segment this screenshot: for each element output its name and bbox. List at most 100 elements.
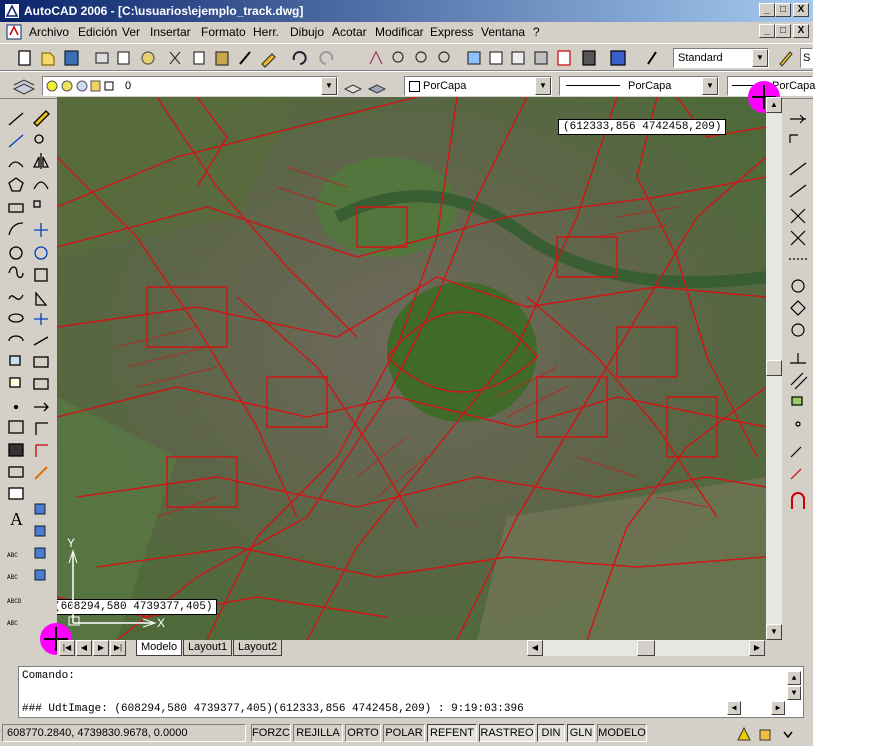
fillet-round-icon[interactable] bbox=[35, 444, 48, 457]
region-icon[interactable] bbox=[8, 466, 24, 478]
menu-ventana[interactable]: Ventana bbox=[481, 25, 525, 39]
linetype-select[interactable]: PorCapa ▼ bbox=[559, 76, 719, 96]
make-block-icon[interactable] bbox=[9, 377, 21, 388]
move-icon[interactable] bbox=[34, 223, 48, 237]
horizontal-scroll-thumb[interactable] bbox=[637, 640, 655, 656]
toggle-gln[interactable]: GLN bbox=[567, 724, 595, 742]
design-center-icon[interactable] bbox=[489, 51, 503, 65]
command-scroll-down-button[interactable]: ▼ bbox=[787, 686, 801, 700]
redo-icon[interactable] bbox=[319, 51, 334, 65]
text-style-icon[interactable] bbox=[647, 51, 657, 65]
drawing-canvas[interactable]: (612333,856 4742458,209) (608294,580 473… bbox=[57, 97, 766, 640]
menu-formato[interactable]: Formato bbox=[201, 25, 246, 39]
polyline-icon[interactable] bbox=[8, 161, 24, 168]
undo-icon[interactable] bbox=[292, 51, 307, 65]
sheet-set-icon[interactable] bbox=[534, 51, 548, 65]
first-tab-button[interactable]: |◀ bbox=[59, 640, 75, 656]
paste-icon[interactable] bbox=[215, 51, 229, 66]
print-icon[interactable] bbox=[95, 52, 109, 64]
command-scroll-up-button[interactable]: ▲ bbox=[787, 671, 801, 685]
rotate-icon[interactable] bbox=[34, 246, 48, 260]
ellipse-icon[interactable] bbox=[8, 313, 24, 323]
match-properties-icon[interactable] bbox=[239, 51, 251, 65]
send-under-icon[interactable] bbox=[34, 569, 46, 581]
status-menu-chevron-icon[interactable] bbox=[783, 731, 793, 739]
mdi-minimize-button[interactable]: _ bbox=[759, 24, 775, 38]
lock-icon[interactable] bbox=[759, 729, 771, 741]
publish-icon[interactable] bbox=[141, 51, 155, 65]
zoom-previous-icon[interactable] bbox=[438, 51, 450, 63]
mirror-icon[interactable] bbox=[32, 153, 50, 169]
scroll-up-button[interactable]: ▲ bbox=[766, 97, 782, 113]
zoom-realtime-icon[interactable] bbox=[392, 51, 404, 63]
osnap-settings-icon[interactable] bbox=[791, 492, 805, 509]
menu-acotar[interactable]: Acotar bbox=[332, 25, 367, 39]
scroll-left-button[interactable]: ◀ bbox=[527, 640, 543, 656]
toggle-modelo[interactable]: MODELO bbox=[597, 724, 647, 742]
next-tab-button[interactable]: ▶ bbox=[93, 640, 109, 656]
explode-icon[interactable] bbox=[34, 466, 48, 480]
snap-center-icon[interactable] bbox=[791, 279, 805, 293]
multiline-text-icon[interactable]: A bbox=[10, 509, 23, 529]
copy-object-icon[interactable] bbox=[34, 134, 44, 144]
snap-intersection-icon[interactable] bbox=[790, 208, 806, 224]
offset-icon[interactable] bbox=[33, 181, 49, 190]
markup-icon[interactable] bbox=[557, 50, 571, 66]
snap-node-icon[interactable] bbox=[795, 421, 801, 427]
line-icon[interactable] bbox=[8, 112, 24, 126]
command-scroll-right-button[interactable]: ▶ bbox=[771, 701, 785, 715]
color-select[interactable]: PorCapa ▼ bbox=[404, 76, 552, 96]
command-scroll-left-button[interactable]: ◀ bbox=[727, 701, 741, 715]
chevron-down-icon[interactable]: ▼ bbox=[752, 49, 768, 67]
extend-icon[interactable] bbox=[33, 336, 49, 346]
menu-edicion[interactable]: Edición bbox=[78, 25, 117, 39]
arc-icon[interactable] bbox=[8, 222, 24, 236]
layer-manager-icon[interactable] bbox=[12, 79, 36, 95]
hatch-icon[interactable] bbox=[8, 420, 24, 434]
tab-modelo[interactable]: Modelo bbox=[136, 640, 183, 656]
table-icon[interactable] bbox=[8, 487, 24, 500]
horizontal-scrollbar[interactable]: ◀ ▶ bbox=[527, 640, 765, 656]
cut-icon[interactable] bbox=[169, 51, 181, 65]
mdi-restore-button[interactable]: □ bbox=[775, 24, 791, 38]
save-icon[interactable] bbox=[64, 50, 79, 66]
make-current-layer-icon[interactable] bbox=[343, 84, 363, 94]
find-replace-icon[interactable]: ABC bbox=[7, 574, 18, 581]
scroll-down-button[interactable]: ▼ bbox=[766, 624, 782, 640]
spline-icon[interactable] bbox=[8, 294, 24, 300]
tab-layout2[interactable]: Layout2 bbox=[233, 640, 283, 656]
zoom-window-icon[interactable] bbox=[415, 51, 427, 63]
stretch-icon[interactable] bbox=[35, 291, 48, 306]
prev-tab-button[interactable]: ◀ bbox=[76, 640, 92, 656]
dim-style-icon[interactable] bbox=[779, 51, 793, 67]
join-icon[interactable] bbox=[33, 378, 49, 390]
menu-ver[interactable]: Ver bbox=[122, 25, 140, 39]
menu-insertar[interactable]: Insertar bbox=[150, 25, 191, 39]
vertical-scroll-thumb[interactable] bbox=[766, 360, 782, 376]
toggle-polar[interactable]: POLAR bbox=[383, 724, 425, 742]
menu-modificar[interactable]: Modificar bbox=[375, 25, 424, 39]
pan-icon[interactable] bbox=[369, 50, 383, 65]
scroll-right-button[interactable]: ▶ bbox=[749, 640, 765, 656]
help-icon[interactable] bbox=[610, 50, 626, 66]
polygon-icon[interactable] bbox=[8, 177, 24, 192]
snap-insert-icon[interactable] bbox=[791, 396, 803, 406]
toggle-din[interactable]: DIN bbox=[537, 724, 565, 742]
tab-layout1[interactable]: Layout1 bbox=[183, 640, 233, 656]
snap-apparent-icon[interactable] bbox=[790, 230, 806, 246]
snap-endpoint-icon[interactable] bbox=[789, 162, 807, 176]
preview-icon[interactable] bbox=[117, 51, 130, 65]
gradient-icon[interactable] bbox=[8, 443, 24, 457]
maximize-button[interactable]: □ bbox=[775, 3, 791, 17]
communication-center-icon[interactable] bbox=[737, 726, 751, 741]
point-icon[interactable] bbox=[13, 404, 19, 410]
fillet-icon[interactable] bbox=[35, 422, 48, 435]
trim-icon[interactable] bbox=[34, 313, 48, 325]
toggle-orto[interactable]: ORTO bbox=[345, 724, 381, 742]
circle-icon[interactable] bbox=[9, 246, 23, 260]
snap-from-icon[interactable] bbox=[789, 134, 798, 143]
minimize-button[interactable]: _ bbox=[759, 3, 775, 17]
edit-text-icon[interactable]: ABCD bbox=[7, 598, 22, 605]
new-icon[interactable] bbox=[18, 50, 31, 66]
erase-icon[interactable] bbox=[33, 110, 50, 127]
